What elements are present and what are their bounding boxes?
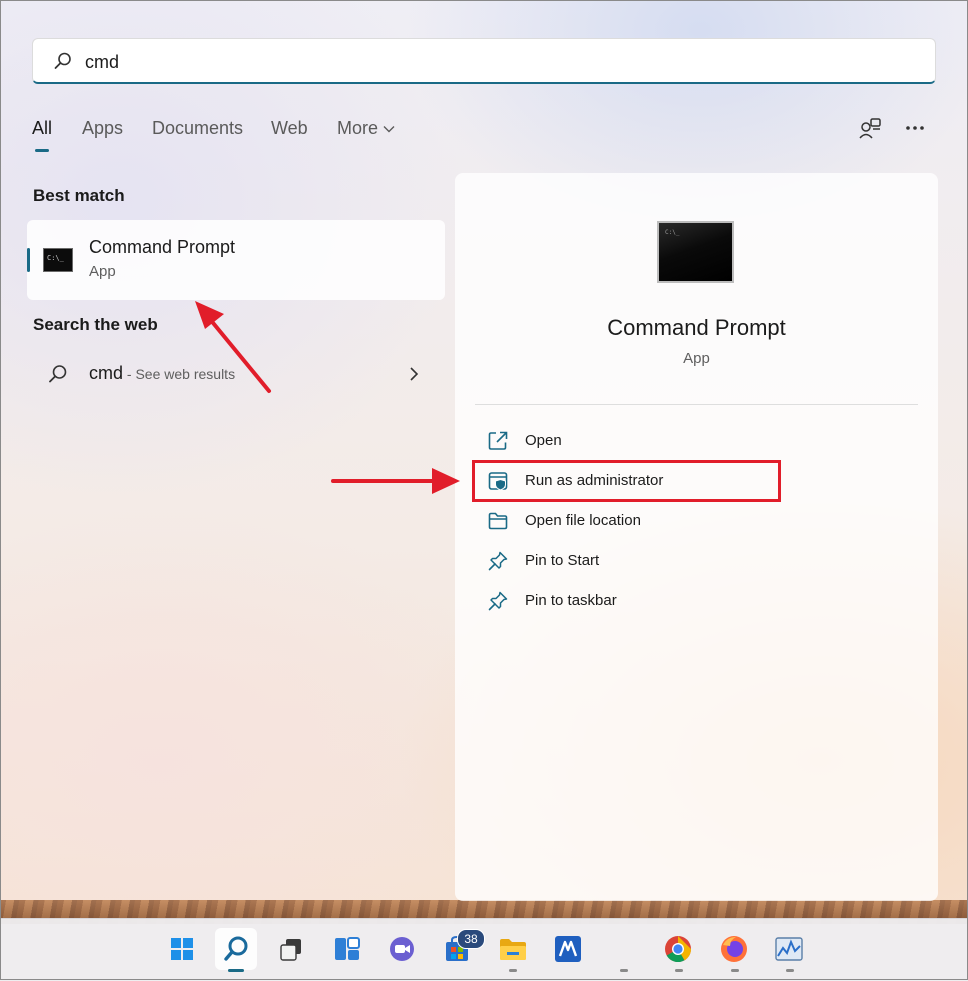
taskbar-indicator-performance-monitor	[786, 969, 794, 972]
preview-divider	[475, 404, 918, 405]
action-open-file-location-label: Open file location	[525, 512, 641, 529]
folder-icon	[488, 512, 508, 530]
preview-subtitle: App	[683, 350, 710, 367]
taskbar-indicator-search	[228, 969, 244, 972]
command-prompt-large-icon: C:\_	[657, 221, 734, 283]
notification-badge: 38	[457, 929, 485, 949]
action-pin-to-start-label: Pin to Start	[525, 552, 600, 569]
teams-chat-icon[interactable]	[381, 928, 423, 970]
chrome-icon[interactable]	[657, 928, 699, 970]
best-match-command-prompt[interactable]: C:\_ Command Prompt App	[27, 220, 445, 300]
web-result-text: cmd - See web results	[89, 363, 235, 384]
best-match-title: Command Prompt	[89, 237, 236, 257]
chevron-right-icon	[410, 367, 419, 381]
open-external-icon	[488, 431, 508, 450]
search-the-web-heading: Search the web	[33, 315, 158, 334]
tab-more-label: More	[337, 118, 379, 138]
web-result-hint: - See web results	[123, 366, 236, 382]
search-icon	[54, 52, 71, 69]
account-switch-icon[interactable]	[857, 116, 883, 142]
search-icon[interactable]	[215, 928, 257, 970]
action-open[interactable]: Open	[485, 427, 785, 455]
chevron-down-icon	[383, 126, 395, 133]
tab-web[interactable]: Web	[271, 118, 308, 139]
web-result-cmd[interactable]: cmd - See web results	[27, 354, 445, 394]
taskbar-indicator-firefox	[731, 969, 739, 972]
tab-documents[interactable]: Documents	[152, 118, 243, 139]
search-box[interactable]	[32, 38, 936, 84]
more-options-icon[interactable]	[902, 116, 928, 142]
action-pin-to-start[interactable]: Pin to Start	[485, 547, 785, 575]
best-match-subtitle: App	[89, 263, 116, 280]
taskbar-indicator-file-explorer	[509, 969, 517, 972]
file-explorer-icon[interactable]	[492, 928, 534, 970]
taskbar-indicator	[620, 969, 628, 972]
action-open-file-location[interactable]: Open file location	[485, 507, 785, 535]
annotation-highlight-box	[472, 460, 781, 502]
command-prompt-icon: C:\_	[43, 248, 73, 272]
tab-apps[interactable]: Apps	[82, 118, 123, 139]
firefox-icon[interactable]	[713, 928, 755, 970]
action-open-label: Open	[525, 432, 562, 449]
web-result-query: cmd	[89, 363, 124, 383]
pin-icon	[488, 591, 508, 611]
start-icon[interactable]	[161, 928, 203, 970]
task-view-icon[interactable]	[270, 928, 312, 970]
action-pin-to-taskbar-label: Pin to taskbar	[525, 592, 617, 609]
preview-title: Command Prompt	[607, 315, 786, 340]
preview-panel: C:\_ Command Prompt App Open Run as admi…	[455, 173, 938, 901]
tab-all[interactable]: All	[32, 118, 52, 152]
performance-monitor-icon[interactable]	[768, 928, 810, 970]
selection-indicator	[27, 248, 30, 272]
tab-more[interactable]: More	[337, 118, 395, 139]
app-icon[interactable]	[547, 928, 589, 970]
taskbar	[0, 918, 968, 981]
widgets-icon[interactable]	[326, 928, 368, 970]
search-input[interactable]	[83, 47, 907, 77]
pin-icon	[488, 551, 508, 571]
action-pin-to-taskbar[interactable]: Pin to taskbar	[485, 587, 785, 615]
search-icon	[49, 365, 67, 383]
best-match-heading: Best match	[33, 186, 125, 205]
taskbar-indicator-chrome	[675, 969, 683, 972]
